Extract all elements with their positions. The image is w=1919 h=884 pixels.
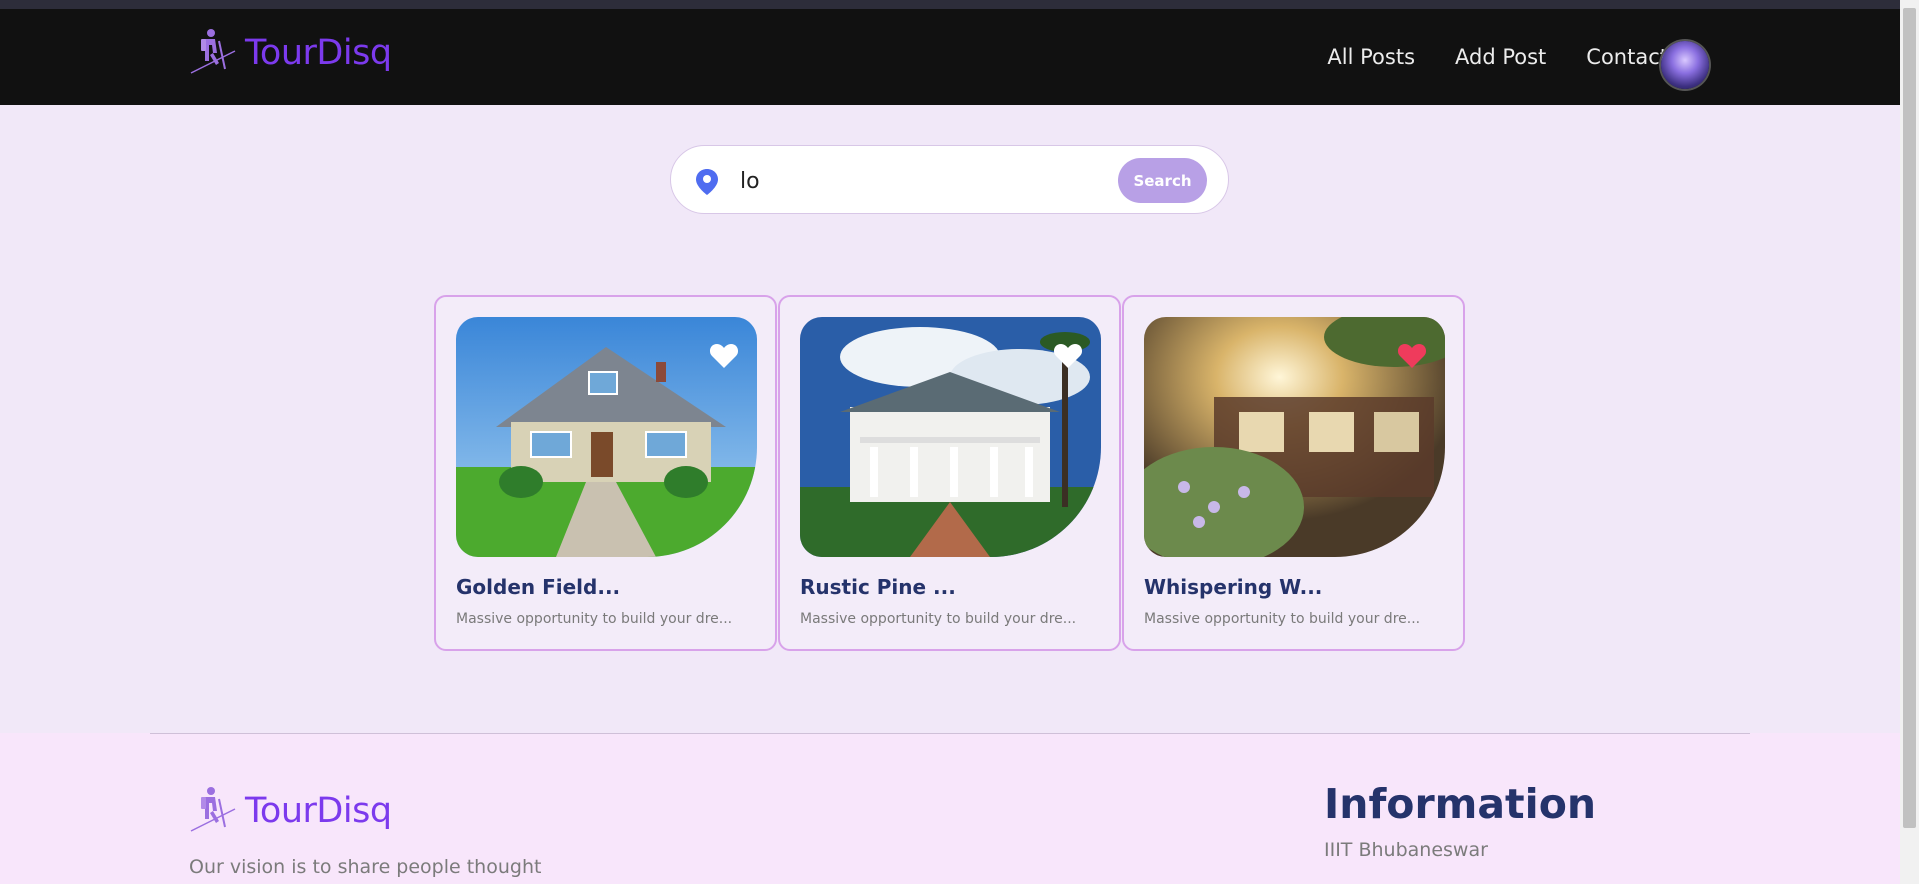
footer-divider <box>150 733 1750 734</box>
browser-top-strip <box>0 0 1900 9</box>
location-pin-icon <box>695 168 719 200</box>
scrollbar-thumb[interactable] <box>1903 8 1916 828</box>
card-title: Whispering W... <box>1144 575 1323 599</box>
favorite-heart-icon[interactable] <box>1397 341 1427 369</box>
brand-logo[interactable]: TourDisq <box>189 27 392 79</box>
footer-tagline: Our vision is to share people thought <box>189 856 542 878</box>
card-description: Massive opportunity to build your dre... <box>1144 611 1421 627</box>
user-avatar[interactable] <box>1661 41 1709 89</box>
footer-brand-logo[interactable]: TourDisq <box>189 785 392 837</box>
hiker-icon <box>189 27 237 79</box>
post-image-sunlit-house <box>1144 317 1445 557</box>
scrollbar[interactable] <box>1900 0 1919 884</box>
favorite-heart-icon[interactable] <box>709 341 739 369</box>
search-bar: Search <box>670 145 1229 214</box>
footer-brand-name: TourDisq <box>245 791 392 831</box>
card-title: Golden Field... <box>456 575 621 599</box>
info-heading: Information <box>1324 780 1597 828</box>
post-card[interactable]: Whispering W... Massive opportunity to b… <box>1122 295 1465 651</box>
post-card[interactable]: Golden Field... Massive opportunity to b… <box>434 295 777 651</box>
brand-name: TourDisq <box>245 33 392 73</box>
hiker-icon <box>189 785 237 837</box>
footer: TourDisq Our vision is to share people t… <box>0 733 1900 884</box>
favorite-heart-icon[interactable] <box>1053 341 1083 369</box>
card-description: Massive opportunity to build your dre... <box>456 611 733 627</box>
nav-contact[interactable]: Contact <box>1586 45 1668 69</box>
info-address: IIIT Bhubaneswar <box>1324 839 1488 861</box>
post-cards: Golden Field... Massive opportunity to b… <box>434 295 1466 651</box>
post-image-mansion <box>800 317 1101 557</box>
navbar: TourDisq All Posts Add Post Contact <box>0 9 1900 105</box>
post-card[interactable]: Rustic Pine ... Massive opportunity to b… <box>778 295 1121 651</box>
search-button[interactable]: Search <box>1118 158 1207 203</box>
post-image-house <box>456 317 757 557</box>
nav-all-posts[interactable]: All Posts <box>1327 45 1415 69</box>
nav-links: All Posts Add Post Contact <box>1287 45 1668 69</box>
card-description: Massive opportunity to build your dre... <box>800 611 1077 627</box>
card-title: Rustic Pine ... <box>800 575 956 599</box>
nav-add-post[interactable]: Add Post <box>1455 45 1546 69</box>
search-input[interactable] <box>738 160 1122 202</box>
